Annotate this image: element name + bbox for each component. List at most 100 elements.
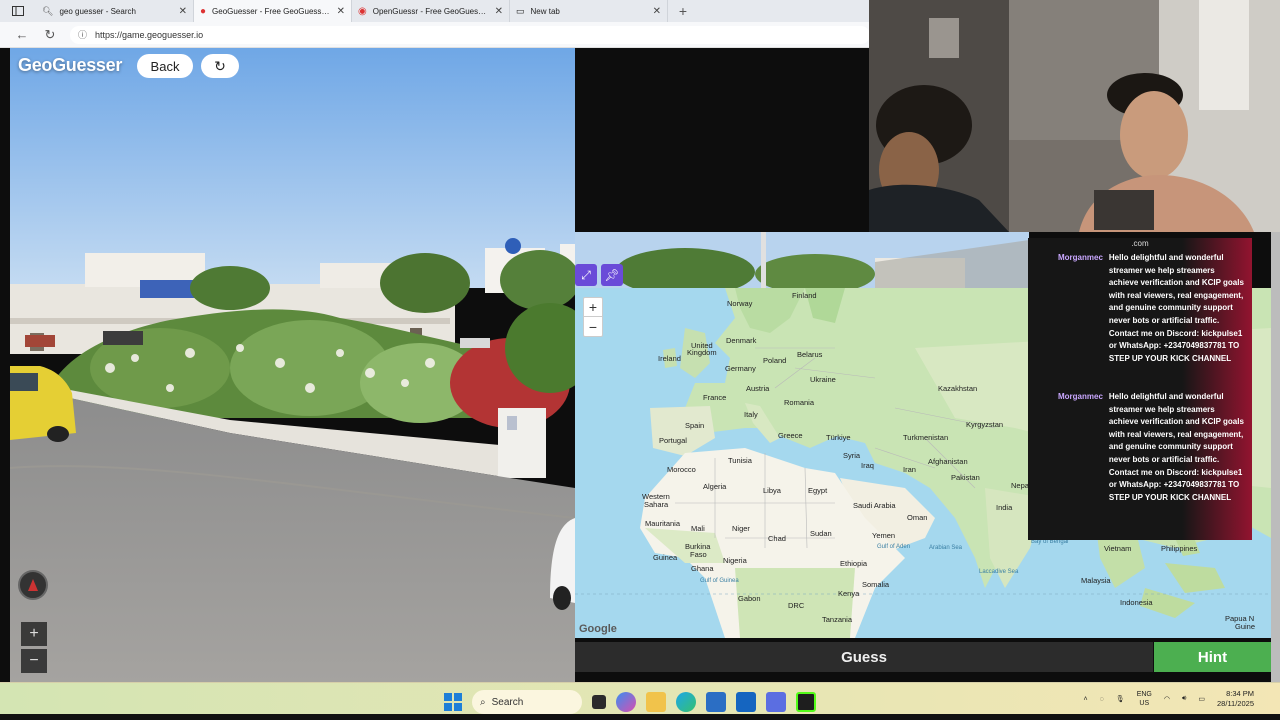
tab-title: New tab: [530, 6, 560, 16]
file-explorer-icon[interactable]: [646, 692, 666, 712]
close-icon[interactable]: ✕: [179, 6, 187, 17]
tab-geo-search[interactable]: 🔍︎ geo guesser - Search ✕: [36, 0, 194, 22]
network-icon[interactable]: ◌: [1100, 696, 1104, 703]
volume-icon[interactable]: 🔊︎: [1182, 695, 1186, 703]
site-info-icon[interactable]: ⓘ: [78, 28, 87, 41]
map-label: Philippines: [1161, 544, 1198, 553]
map-label: Ukraine: [810, 375, 836, 384]
map-label: Somalia: [862, 580, 890, 589]
expand-icon: ⤢: [581, 267, 591, 282]
hint-button[interactable]: Hint: [1154, 642, 1271, 672]
map-label: Ghana: [691, 564, 714, 573]
close-icon[interactable]: ✕: [337, 6, 345, 17]
map-label: Turkmenistan: [903, 433, 949, 442]
kick-app-icon[interactable]: [796, 692, 816, 712]
chat-text: Hello delightful and wonderful streamer …: [1108, 253, 1244, 363]
chevron-up-icon[interactable]: ˄: [1084, 696, 1088, 703]
compass-control[interactable]: [18, 570, 48, 600]
outlook-icon[interactable]: [736, 692, 756, 712]
guess-button[interactable]: Guess: [575, 642, 1153, 672]
copilot-icon[interactable]: [616, 692, 636, 712]
map-sea-label: Laccadive Sea: [979, 569, 1019, 575]
search-icon: 🔍︎: [42, 5, 54, 16]
store-icon[interactable]: [706, 692, 726, 712]
clock-time: 8:34 PM: [1226, 689, 1254, 698]
map-label: Iraq: [861, 461, 874, 470]
tab-actions-button[interactable]: [0, 0, 36, 22]
map-label: Vietnam: [1104, 544, 1132, 553]
map-label: Morocco: [667, 465, 696, 474]
geoguesser-logo[interactable]: GeoGuesser: [18, 55, 122, 76]
map-label: Finland: [792, 291, 817, 300]
new-tab-button[interactable]: +: [668, 0, 698, 22]
street-zoom-out-button[interactable]: −: [21, 649, 47, 673]
map-label: DRC: [788, 601, 805, 610]
tab-openguessr[interactable]: ◉ OpenGuessr - Free GeoGuessr Alternativ…: [352, 0, 510, 22]
map-label: Syria: [843, 451, 861, 460]
close-icon[interactable]: ✕: [653, 6, 661, 17]
map-zoom-out-button[interactable]: −: [584, 317, 602, 336]
map-label: Faso: [690, 550, 707, 559]
tab-title: geo guesser - Search: [59, 6, 136, 16]
language-indicator[interactable]: ENG US: [1137, 690, 1152, 708]
start-button[interactable]: [444, 693, 462, 711]
reload-icon[interactable]: ↻: [42, 27, 58, 43]
map-label: Algeria: [703, 482, 727, 491]
map-label: Austria: [746, 384, 770, 393]
map-label: Oman: [907, 513, 928, 522]
taskbar-search-label: Search: [491, 696, 524, 708]
street-scene-continuation: [575, 232, 1029, 288]
back-arrow-icon[interactable]: ←: [14, 27, 30, 42]
close-icon[interactable]: ✕: [495, 6, 503, 17]
map-zoom-in-button[interactable]: +: [584, 298, 602, 317]
map-sea-label: Gulf of Aden: [877, 544, 911, 550]
taskbar-icons: ⌕ Search: [444, 690, 816, 714]
task-view-icon[interactable]: [592, 695, 606, 709]
windows-logo-icon: [454, 693, 462, 701]
chat-message: Morganmec Hello delightful and wonderful…: [1058, 391, 1246, 504]
save-app-icon[interactable]: [766, 692, 786, 712]
tab-geoguesser[interactable]: ● GeoGuesser - Free GeoGuessr Game ✕: [194, 0, 352, 22]
browser-tab-bar: 🔍︎ geo guesser - Search ✕ ● GeoGuesser -…: [0, 0, 870, 22]
url-field[interactable]: ⓘ https://game.geoguesser.io: [70, 25, 870, 44]
map-label: Pakistan: [951, 473, 980, 482]
expand-map-button[interactable]: ⤢: [575, 264, 597, 286]
pin-map-button[interactable]: 📌︎: [601, 264, 623, 286]
clock[interactable]: 8:34 PM 28/11/2025: [1217, 689, 1254, 709]
windows-logo-icon: [454, 703, 462, 711]
newtab-icon: ▭: [516, 5, 525, 16]
map-controls-bar: ⤢ 📌︎: [575, 264, 623, 286]
wifi-icon[interactable]: ◠: [1164, 695, 1170, 703]
map-label: Sudan: [810, 529, 832, 538]
map-label: Portugal: [659, 436, 687, 445]
map-pin-icon: ●: [200, 5, 207, 17]
map-label: Guinea: [653, 553, 678, 562]
chat-overlay: .com Morganmec Hello delightful and wond…: [1028, 238, 1252, 540]
map-label: Ethiopia: [840, 559, 868, 568]
street-zoom-in-button[interactable]: +: [21, 622, 47, 646]
taskbar-search-box[interactable]: ⌕ Search: [472, 690, 582, 714]
map-label: India: [996, 503, 1013, 512]
map-label: France: [703, 393, 727, 402]
map-label: Germany: [725, 364, 756, 373]
map-label: Saudi Arabia: [853, 501, 896, 510]
clock-date: 28/11/2025: [1217, 699, 1254, 708]
microphone-icon[interactable]: 🎙︎: [1116, 695, 1125, 703]
map-label: Indonesia: [1120, 598, 1153, 607]
map-label: Poland: [763, 356, 787, 365]
language-code: ENG: [1136, 691, 1152, 698]
map-label: Belarus: [797, 350, 823, 359]
region-code: US: [1139, 700, 1150, 707]
windows-logo-icon: [444, 693, 452, 701]
tab-new[interactable]: ▭ New tab ✕: [510, 0, 668, 22]
map-label: Mauritania: [645, 519, 681, 528]
battery-icon[interactable]: ▭: [1198, 695, 1205, 703]
street-view-panorama[interactable]: GeoGuesser Back ↻ + −: [10, 48, 575, 682]
edge-browser-icon[interactable]: [676, 692, 696, 712]
back-button[interactable]: Back: [137, 54, 193, 78]
street-scene: [10, 48, 575, 682]
refresh-button[interactable]: ↻: [201, 54, 239, 78]
map-label: Türkiye: [826, 433, 851, 442]
map-label: Kazakhstan: [938, 384, 978, 393]
tab-title: OpenGuessr - Free GeoGuessr Alternative: [372, 6, 489, 16]
